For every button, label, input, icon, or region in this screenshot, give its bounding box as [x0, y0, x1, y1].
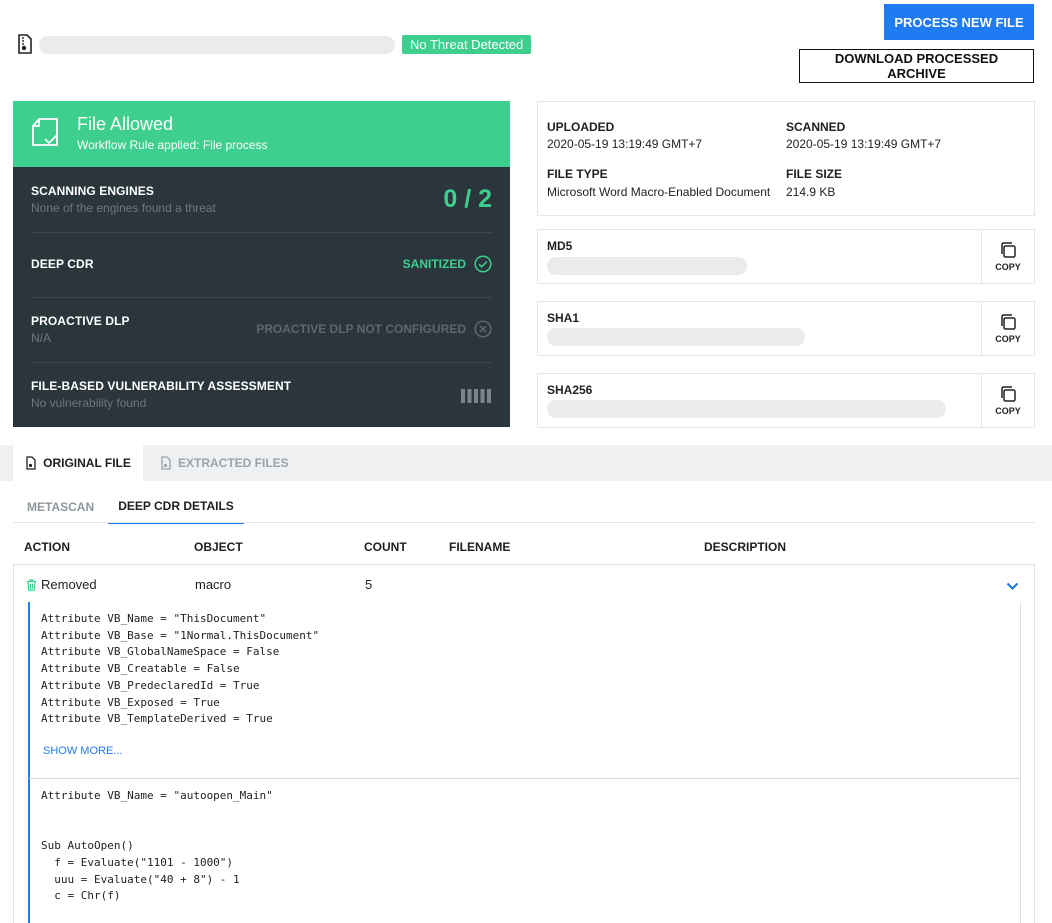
- uploaded-label: UPLOADED: [547, 120, 615, 134]
- copy-icon: [1001, 314, 1016, 330]
- row-subtitle: None of the engines found a threat: [31, 201, 216, 215]
- row-title: PROACTIVE DLP: [31, 314, 130, 328]
- subtab-deep-cdr-details[interactable]: DEEP CDR DETAILS: [108, 490, 244, 524]
- count-cell: 5: [365, 577, 373, 592]
- copy-icon: [1001, 242, 1016, 258]
- col-object: OBJECT: [194, 540, 243, 554]
- table-row[interactable]: Removed macro 5: [13, 564, 1035, 603]
- hash-placeholder: [547, 328, 805, 346]
- copy-md5-button[interactable]: COPY: [981, 230, 1034, 283]
- copy-sha1-button[interactable]: COPY: [981, 302, 1034, 355]
- row-title: DEEP CDR: [31, 257, 94, 271]
- col-filename: FILENAME: [449, 540, 511, 554]
- copy-label: COPY: [995, 262, 1021, 272]
- hash-label: SHA256: [547, 383, 593, 397]
- sha1-card: SHA1 COPY: [537, 301, 1035, 356]
- code-text: Attribute VB_Name = "ThisDocument" Attri…: [41, 612, 320, 726]
- md5-card: MD5 COPY: [537, 229, 1035, 284]
- col-description: DESCRIPTION: [704, 540, 787, 554]
- engines-panel: SCANNING ENGINES None of the engines fou…: [13, 167, 510, 427]
- row-subtitle: No vulnerability found: [31, 396, 147, 410]
- row-title: FILE-BASED VULNERABILITY ASSESSMENT: [31, 379, 292, 393]
- hash-label: SHA1: [547, 311, 580, 325]
- subtab-metascan[interactable]: METASCAN: [27, 490, 94, 524]
- vulnerability-row: FILE-BASED VULNERABILITY ASSESSMENT No v…: [31, 363, 492, 427]
- action-text: Removed: [41, 577, 97, 592]
- status-badge: No Threat Detected: [402, 35, 532, 54]
- sha256-card: SHA256 COPY: [537, 373, 1035, 428]
- filetype-label: FILE TYPE: [547, 167, 608, 181]
- download-processed-archive-button[interactable]: DOWNLOAD PROCESSED ARCHIVE: [799, 49, 1034, 83]
- tab-extracted-files[interactable]: EXTRACTED FILES: [160, 445, 289, 481]
- object-cell: macro: [195, 577, 232, 592]
- filesize-value: 214.9 KB: [786, 185, 836, 199]
- deep-cdr-row: DEEP CDR SANITIZED: [31, 233, 492, 297]
- file-icon: [26, 456, 36, 470]
- file-tabs: ORIGINAL FILE EXTRACTED FILES: [0, 445, 1052, 481]
- row-title: SCANNING ENGINES: [31, 184, 154, 198]
- file-info-card: UPLOADED 2020-05-19 13:19:49 GMT+7 SCANN…: [537, 101, 1035, 216]
- status-text: PROACTIVE DLP NOT CONFIGURED: [256, 322, 466, 336]
- file-icon: [161, 456, 171, 470]
- process-new-file-button[interactable]: PROCESS NEW FILE: [884, 4, 1034, 40]
- code-text: Attribute VB_Name = "autoopen_Main" Sub …: [41, 789, 273, 903]
- show-more-link[interactable]: SHOW MORE...: [43, 745, 122, 757]
- filetype-value: Microsoft Word Macro-Enabled Document: [547, 185, 771, 199]
- hash-label: MD5: [547, 239, 573, 253]
- trash-icon: [27, 578, 36, 591]
- verdict-banner: File Allowed Workflow Rule applied: File…: [13, 101, 510, 167]
- code-block-1: Attribute VB_Name = "ThisDocument" Attri…: [28, 602, 1021, 779]
- code-block-2: Attribute VB_Name = "autoopen_Main" Sub …: [28, 779, 1021, 923]
- row-subtitle: N/A: [31, 331, 52, 345]
- vulnerability-bars-icon: [461, 389, 492, 403]
- dlp-status: PROACTIVE DLP NOT CONFIGURED: [256, 320, 492, 338]
- hash-placeholder: [547, 257, 747, 275]
- check-circle-icon: [474, 255, 492, 273]
- filename-placeholder: [39, 36, 395, 54]
- scanned-value: 2020-05-19 13:19:49 GMT+7: [786, 137, 942, 151]
- scanned-label: SCANNED: [786, 120, 846, 134]
- scanning-engines-row: SCANNING ENGINES None of the engines fou…: [31, 167, 492, 231]
- verdict-subtitle: Workflow Rule applied: File process: [77, 138, 268, 152]
- verdict-title: File Allowed: [77, 114, 174, 134]
- copy-icon: [1001, 386, 1016, 402]
- tab-label: EXTRACTED FILES: [178, 456, 289, 470]
- status-text: SANITIZED: [402, 257, 466, 271]
- engines-count: 0 / 2: [443, 185, 492, 213]
- copy-sha256-button[interactable]: COPY: [981, 374, 1034, 427]
- file-allowed-icon: [31, 117, 61, 154]
- filesize-label: FILE SIZE: [786, 167, 843, 181]
- action-cell: Removed: [26, 577, 97, 592]
- col-action: ACTION: [24, 540, 70, 554]
- deep-cdr-status: SANITIZED: [403, 255, 492, 273]
- chevron-down-icon[interactable]: [1006, 578, 1019, 596]
- hash-placeholder: [547, 400, 946, 418]
- x-circle-icon: [474, 320, 492, 338]
- uploaded-value: 2020-05-19 13:19:49 GMT+7: [547, 137, 703, 151]
- copy-label: COPY: [995, 334, 1021, 344]
- tab-label: ORIGINAL FILE: [43, 456, 131, 470]
- tab-original-file[interactable]: ORIGINAL FILE: [13, 445, 143, 481]
- proactive-dlp-row: PROACTIVE DLP N/A PROACTIVE DLP NOT CONF…: [31, 298, 492, 362]
- copy-label: COPY: [995, 406, 1021, 416]
- file-icon: [16, 34, 34, 59]
- col-count: COUNT: [364, 540, 407, 554]
